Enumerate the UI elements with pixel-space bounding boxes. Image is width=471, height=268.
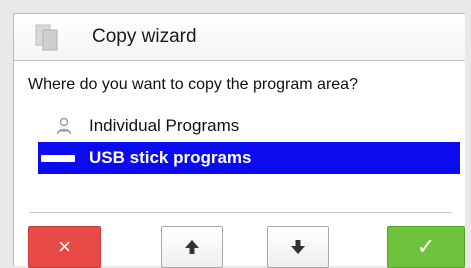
arrow-up-icon (185, 240, 199, 254)
close-icon: × (58, 234, 71, 259)
confirm-button[interactable]: ✓ (387, 226, 465, 268)
divider (30, 212, 452, 213)
move-up-button[interactable] (161, 226, 223, 268)
list-item-label: Individual Programs (89, 116, 240, 135)
person-icon (56, 117, 72, 135)
copy-documents-icon (35, 24, 58, 51)
usb-stick-icon (41, 155, 75, 162)
checkmark-icon: ✓ (416, 234, 436, 259)
program-area-list: Individual Programs USB stick programs (38, 110, 460, 174)
question-text: Where do you want to copy the program ar… (28, 76, 358, 93)
move-down-button[interactable] (267, 226, 329, 268)
dialog-titlebar: Copy wizard (14, 14, 465, 61)
dialog-title: Copy wizard (92, 26, 197, 47)
cancel-button[interactable]: × (28, 226, 101, 268)
list-item-label: USB stick programs (89, 148, 252, 167)
list-item-individual-programs[interactable]: Individual Programs (38, 110, 460, 142)
copy-wizard-dialog: Copy wizard Where do you want to copy th… (13, 13, 465, 268)
list-item-usb-stick-programs[interactable]: USB stick programs (38, 142, 460, 174)
arrow-down-icon (291, 240, 305, 254)
